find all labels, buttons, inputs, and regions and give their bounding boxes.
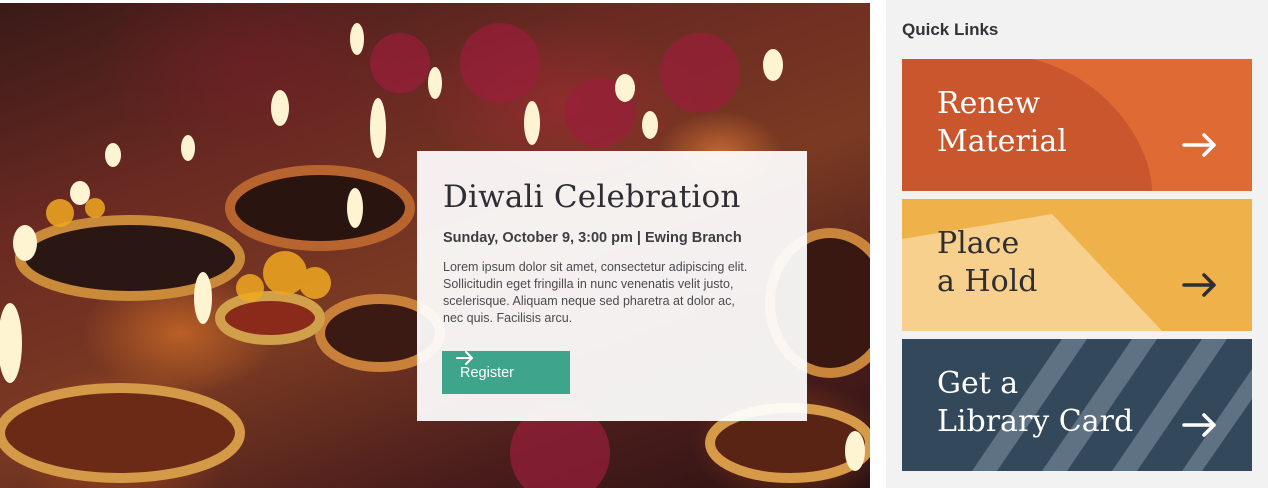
- register-button-label: Register: [460, 364, 514, 381]
- get-a-library-card-link[interactable]: Get a Library Card: [902, 339, 1252, 471]
- arrow-right-icon: [456, 351, 473, 365]
- event-description: Lorem ipsum dolor sit amet, consectetur …: [443, 260, 748, 325]
- place-a-hold-label: Place a Hold: [937, 226, 1038, 299]
- quick-links-sidebar: Quick Links Renew Material Place a Hold: [886, 0, 1268, 488]
- event-card: Diwali Celebration Sunday, October 9, 3:…: [417, 151, 807, 421]
- get-a-library-card-label: Get a Library Card: [937, 366, 1134, 439]
- renew-material-link[interactable]: Renew Material: [902, 59, 1252, 191]
- renew-material-label: Renew Material: [937, 86, 1067, 159]
- quick-links-title: Quick Links: [902, 20, 999, 39]
- event-title: Diwali Celebration: [443, 179, 741, 215]
- arrow-right-icon: [1182, 273, 1216, 297]
- register-button[interactable]: Register: [442, 351, 570, 394]
- place-a-hold-link[interactable]: Place a Hold: [902, 199, 1252, 331]
- event-date-location: Sunday, October 9, 3:00 pm | Ewing Branc…: [443, 230, 742, 246]
- arrow-right-icon: [1182, 133, 1216, 157]
- hero-image: Diwali Celebration Sunday, October 9, 3:…: [0, 3, 870, 488]
- arrow-right-icon: [1182, 413, 1216, 437]
